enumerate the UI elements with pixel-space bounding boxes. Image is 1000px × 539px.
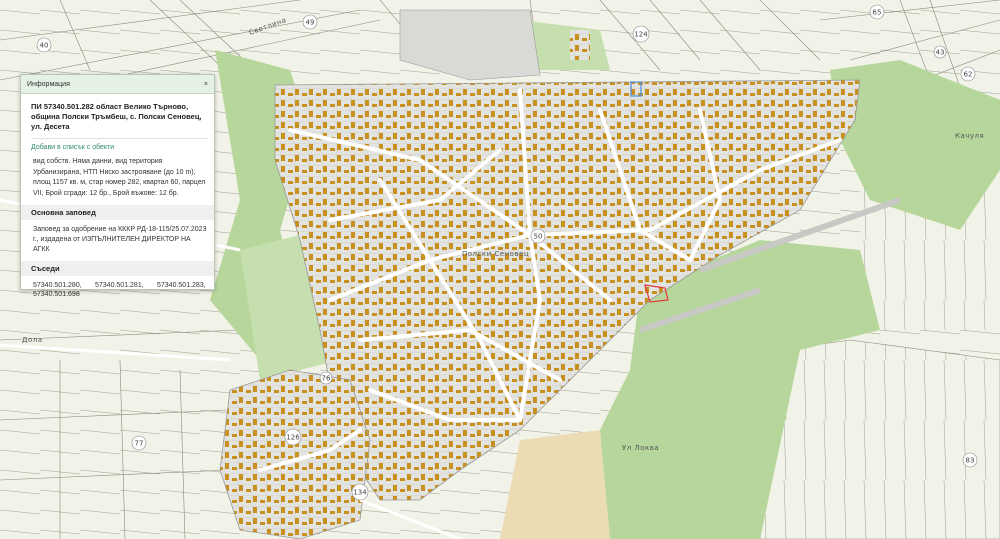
neighbor-item[interactable]: 57340.501.280, — [33, 282, 95, 289]
parcel-number: 76 — [322, 375, 331, 383]
parcel-number: 62 — [964, 71, 973, 79]
street-name-kachulya: Качуля — [955, 132, 984, 140]
parcel-marker: 76 — [319, 371, 333, 385]
street-name-lokva: Ул Локва — [622, 444, 659, 452]
parcel-marker: 134 — [351, 483, 369, 501]
info-panel: Информация × ПИ 57340.501.282 област Вел… — [20, 74, 215, 298]
scale-label: 50 — [534, 233, 543, 241]
street-name-dola: Дола — [22, 336, 43, 344]
village-name: Полски Сеновец — [462, 250, 529, 258]
parcel-number: 49 — [306, 19, 315, 27]
parcel-marker: 83 — [962, 452, 978, 468]
parcel-marker: 77 — [131, 435, 147, 451]
parcel-marker: 62 — [960, 66, 976, 82]
neighbor-item[interactable]: 57340.501.698 — [33, 291, 95, 298]
parcel-marker: 43 — [933, 45, 947, 59]
parcel-marker: 126 — [284, 428, 302, 446]
parcel-marker: 50 — [530, 228, 546, 244]
neighbor-item[interactable]: 57340.501.283, — [157, 282, 217, 289]
southeast-field — [759, 339, 1000, 539]
parcel-number: 65 — [873, 9, 882, 17]
parcel-title: ПИ 57340.501.282 област Велико Търново, … — [31, 98, 208, 139]
parcel-number: 126 — [286, 434, 300, 442]
neighbors-list: 57340.501.280, 57340.501.281, 57340.501.… — [31, 278, 208, 298]
parcel-marker: 49 — [302, 14, 318, 30]
parcel-number: 124 — [634, 31, 648, 39]
add-to-list-link[interactable]: Добави в списък с обекти — [31, 139, 208, 155]
close-icon[interactable]: × — [204, 81, 208, 88]
north-buildings — [570, 30, 590, 60]
parcel-number: 83 — [966, 457, 975, 465]
parcel-marker: 65 — [869, 4, 885, 20]
parcel-number: 77 — [135, 440, 144, 448]
order-text: Заповед за одобрение на КККР РД-18-115/2… — [33, 226, 207, 253]
info-panel-title: Информация — [27, 80, 70, 88]
parcel-number: 43 — [936, 49, 945, 57]
parcel-number: 40 — [40, 42, 49, 50]
parcel-marker: 40 — [36, 37, 52, 53]
village-southwest-cluster — [219, 369, 371, 539]
parcel-description: вид собств. Няма данни, вид територия Ур… — [33, 158, 206, 197]
info-panel-header: Информация × — [21, 75, 214, 94]
neighbor-item[interactable]: 57340.501.281, — [95, 282, 157, 289]
parcel-marker: 124 — [632, 25, 650, 43]
order-heading: Основна заповед — [21, 205, 214, 220]
parcel-number: 134 — [353, 489, 367, 497]
neighbors-heading: Съседи — [21, 261, 214, 276]
